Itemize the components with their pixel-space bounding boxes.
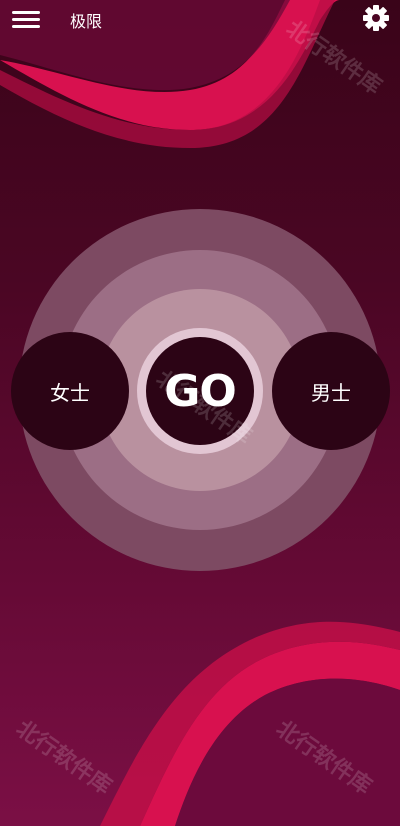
male-button[interactable]: 男士 bbox=[272, 332, 390, 450]
male-label: 男士 bbox=[311, 380, 351, 405]
female-button[interactable]: 女士 bbox=[11, 332, 129, 450]
go-button[interactable]: GO bbox=[146, 337, 254, 445]
female-label: 女士 bbox=[50, 380, 90, 405]
go-label: GO bbox=[164, 365, 237, 417]
